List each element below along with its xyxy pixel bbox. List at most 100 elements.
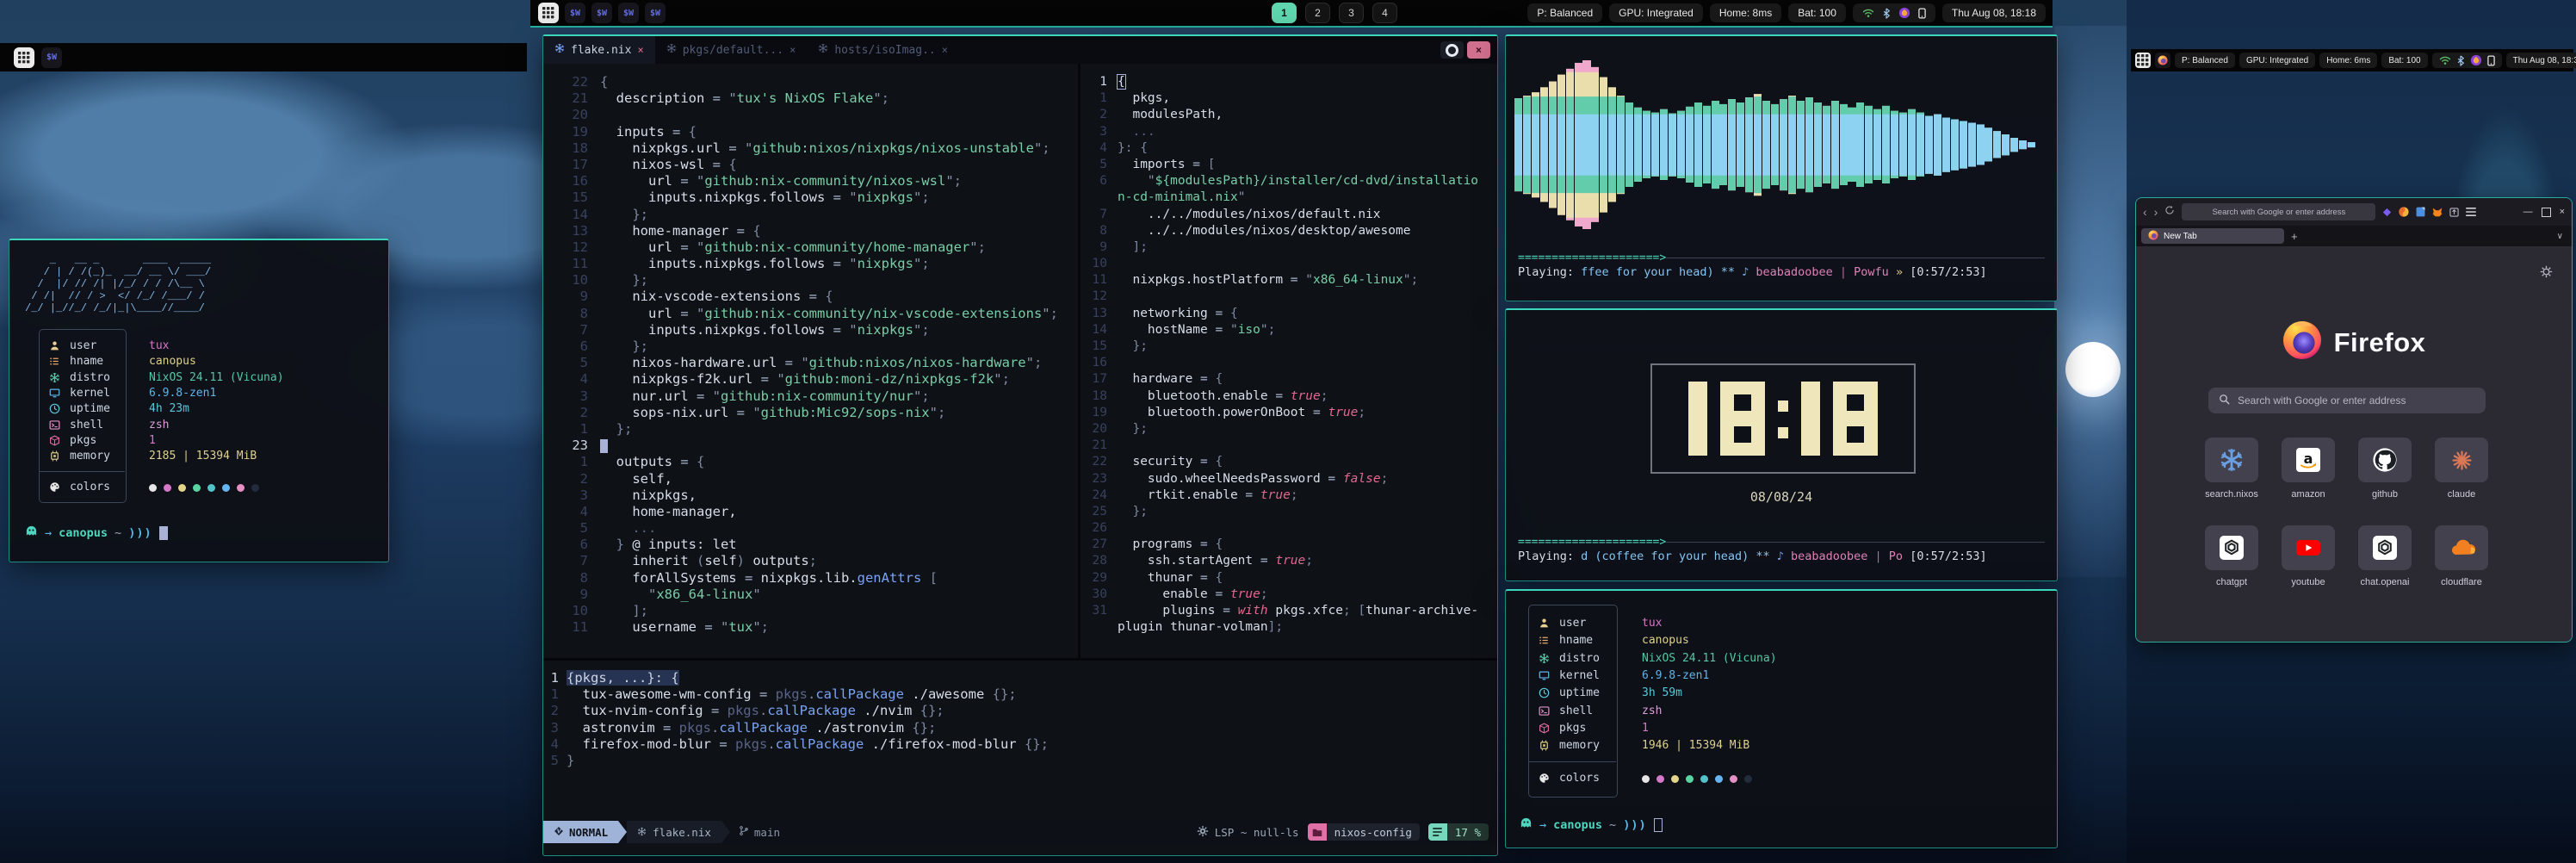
- code-line[interactable]: 1{pkgs, ...}: {: [543, 670, 1495, 686]
- shortcut-tile[interactable]: [2205, 525, 2258, 570]
- code-line[interactable]: 20: [543, 107, 1078, 123]
- code-line[interactable]: 25 };: [1081, 504, 1495, 520]
- code-line[interactable]: 9 ];: [1081, 239, 1495, 256]
- status-pill[interactable]: Bat: 100: [1788, 3, 1846, 22]
- code-line[interactable]: 24 rtkit.enable = true;: [1081, 487, 1495, 504]
- code-line[interactable]: 2 modulesPath,: [1081, 107, 1495, 123]
- code-line[interactable]: 8 ../../modules/nixos/desktop/awesome: [1081, 223, 1495, 239]
- close-tab-icon[interactable]: ×: [637, 44, 643, 56]
- code-line[interactable]: 29 thunar = {: [1081, 570, 1495, 587]
- code-line[interactable]: 15 inputs.nixpkgs.follows = "nixpkgs";: [543, 189, 1078, 206]
- code-line[interactable]: 18 nixpkgs.url = "github:nixos/nixpkgs/n…: [543, 140, 1078, 157]
- code-line[interactable]: 1 outputs = {: [543, 454, 1078, 470]
- code-line[interactable]: 27 programs = {: [1081, 537, 1495, 553]
- code-line[interactable]: 4 home-manager,: [543, 504, 1078, 520]
- shortcut-tile[interactable]: [2358, 438, 2412, 482]
- code-line[interactable]: 13 networking = {: [1081, 306, 1495, 322]
- wezterm-window-icon[interactable]: $W: [618, 3, 639, 23]
- code-line[interactable]: 5 imports = [: [1081, 157, 1495, 173]
- tab-hosts-isoImag-[interactable]: hosts/isoImag..×: [807, 36, 959, 64]
- status-pill[interactable]: Bat: 100: [2381, 53, 2427, 68]
- terminal-clock[interactable]: 08/08/24 =====================> Playing:…: [1505, 308, 2058, 581]
- terminal-cava[interactable]: =====================> Playing: ffee for…: [1505, 34, 2058, 301]
- shortcut-tile[interactable]: [2435, 525, 2488, 570]
- code-line[interactable]: 2 self,: [543, 471, 1078, 487]
- workspace-1[interactable]: 1: [1272, 3, 1297, 23]
- code-line[interactable]: 15 };: [1081, 338, 1495, 355]
- status-pill[interactable]: Home: 6ms: [2319, 53, 2377, 68]
- code-line[interactable]: 2 tux-nvim-config = pkgs.callPackage ./n…: [543, 703, 1495, 719]
- theme-toggle-button[interactable]: [1440, 41, 1464, 59]
- close-tab-icon[interactable]: ×: [942, 44, 948, 56]
- status-pill[interactable]: GPU: Integrated: [2239, 53, 2315, 68]
- code-line[interactable]: 2 sops-nix.url = "github:Mic92/sops-nix"…: [543, 405, 1078, 421]
- close-buffer-button[interactable]: ×: [1467, 41, 1490, 59]
- close-tab-icon[interactable]: ×: [790, 44, 796, 56]
- wezterm-window-icon[interactable]: $W: [591, 3, 612, 23]
- shortcut-tile[interactable]: [2358, 525, 2412, 570]
- code-line[interactable]: 4 firefox-mod-blur = pkgs.callPackage ./…: [543, 736, 1495, 753]
- code-line[interactable]: 23: [543, 438, 1078, 454]
- terminal-fastfetch-left[interactable]: _ __ _ ____ _____ / | / /(_)_ __/ __ \/ …: [9, 239, 389, 562]
- code-line[interactable]: 30 enable = true;: [1081, 587, 1495, 603]
- workspace-3[interactable]: 3: [1339, 3, 1364, 23]
- tab-list-chevron-icon[interactable]: ∨: [2557, 232, 2567, 241]
- code-line[interactable]: 20 };: [1081, 421, 1495, 438]
- editor-pane-flake[interactable]: 22{21 description = "tux's NixOS Flake";…: [543, 74, 1078, 660]
- code-line[interactable]: 28 ssh.startAgent = true;: [1081, 553, 1495, 569]
- apps-launcher-icon[interactable]: [2135, 53, 2151, 68]
- code-line[interactable]: 19 inputs = {: [543, 124, 1078, 140]
- code-line[interactable]: 1{: [1081, 74, 1495, 90]
- code-line[interactable]: 5 ...: [543, 520, 1078, 537]
- code-line[interactable]: 3 astronvim = pkgs.callPackage ./astronv…: [543, 720, 1495, 736]
- tab-new-tab[interactable]: New Tab: [2141, 228, 2284, 244]
- code-line[interactable]: 1 tux-awesome-wm-config = pkgs.callPacka…: [543, 686, 1495, 703]
- code-line[interactable]: 7 inherit (self) outputs;: [543, 553, 1078, 569]
- code-line[interactable]: 9 nix-vscode-extensions = {: [543, 289, 1078, 305]
- code-line[interactable]: 4}: {: [1081, 140, 1495, 157]
- apps-launcher-icon[interactable]: [14, 47, 34, 68]
- code-line[interactable]: 21: [1081, 438, 1495, 454]
- shortcut-youtube[interactable]: youtube: [2282, 525, 2335, 587]
- firefox-window[interactable]: ‹ › Search with Google or enter address …: [2135, 197, 2573, 643]
- code-line[interactable]: 3 nur.url = "github:nix-community/nur";: [543, 388, 1078, 405]
- tab-flake-nix[interactable]: flake.nix×: [543, 36, 655, 64]
- shell-prompt[interactable]: → canopus ~ ))): [25, 525, 168, 541]
- code-line[interactable]: 12: [1081, 289, 1495, 305]
- minimize-button[interactable]: —: [2523, 207, 2533, 217]
- color-swirl-icon[interactable]: [2399, 207, 2409, 217]
- shortcut-tile[interactable]: [2282, 525, 2335, 570]
- code-line[interactable]: 17 nixos-wsl = {: [543, 157, 1078, 173]
- code-line[interactable]: 3 nixpkgs,: [543, 487, 1078, 504]
- editor-pane-default[interactable]: 1{pkgs, ...}: {1 tux-awesome-wm-config =…: [543, 670, 1495, 782]
- code-line[interactable]: 10 ];: [543, 603, 1078, 619]
- code-line[interactable]: 21 description = "tux's NixOS Flake";: [543, 90, 1078, 107]
- code-line[interactable]: 22 security = {: [1081, 454, 1495, 470]
- search-input[interactable]: Search with Google or enter address: [2208, 388, 2486, 413]
- back-button[interactable]: ‹: [2143, 206, 2147, 218]
- code-line[interactable]: 16: [1081, 355, 1495, 371]
- code-line[interactable]: 7 inputs.nixpkgs.follows = "nixpkgs";: [543, 322, 1078, 338]
- code-line[interactable]: 18 bluetooth.enable = true;: [1081, 388, 1495, 405]
- shell-prompt[interactable]: → canopus ~ ))): [1520, 816, 1663, 833]
- fox-extension-icon[interactable]: [2432, 208, 2443, 217]
- wezterm-window-icon[interactable]: $W: [645, 3, 666, 23]
- clock-pill[interactable]: Thu Aug 08, 18:39: [2506, 53, 2576, 68]
- status-pill[interactable]: P: Balanced: [1527, 3, 1602, 22]
- new-tab-button[interactable]: +: [2291, 230, 2298, 243]
- blue-extension-icon[interactable]: [2416, 207, 2425, 217]
- code-line[interactable]: 11 inputs.nixpkgs.follows = "nixpkgs";: [543, 256, 1078, 272]
- code-line[interactable]: 9 "x86_64-linux": [543, 587, 1078, 603]
- code-line[interactable]: 8 url = "github:nix-community/nix-vscode…: [543, 306, 1078, 322]
- url-bar[interactable]: Search with Google or enter address: [2182, 203, 2375, 220]
- shortcut-chat-openai[interactable]: chat.openai: [2358, 525, 2412, 587]
- shortcut-amazon[interactable]: aamazon: [2282, 438, 2335, 500]
- terminal-fastfetch-right[interactable]: usertuxhnamecanopusdistroNixOS 24.11 (Vi…: [1505, 589, 2058, 848]
- shortcut-claude[interactable]: claude: [2435, 438, 2488, 500]
- code-line[interactable]: n-cd-minimal.nix": [1081, 189, 1495, 206]
- shortcut-github[interactable]: github: [2358, 438, 2412, 500]
- status-pill[interactable]: GPU: Integrated: [1609, 3, 1703, 22]
- gear-icon[interactable]: [2540, 265, 2553, 282]
- shortcut-chatgpt[interactable]: chatgpt: [2205, 525, 2258, 587]
- vertical-split[interactable]: [1078, 64, 1081, 658]
